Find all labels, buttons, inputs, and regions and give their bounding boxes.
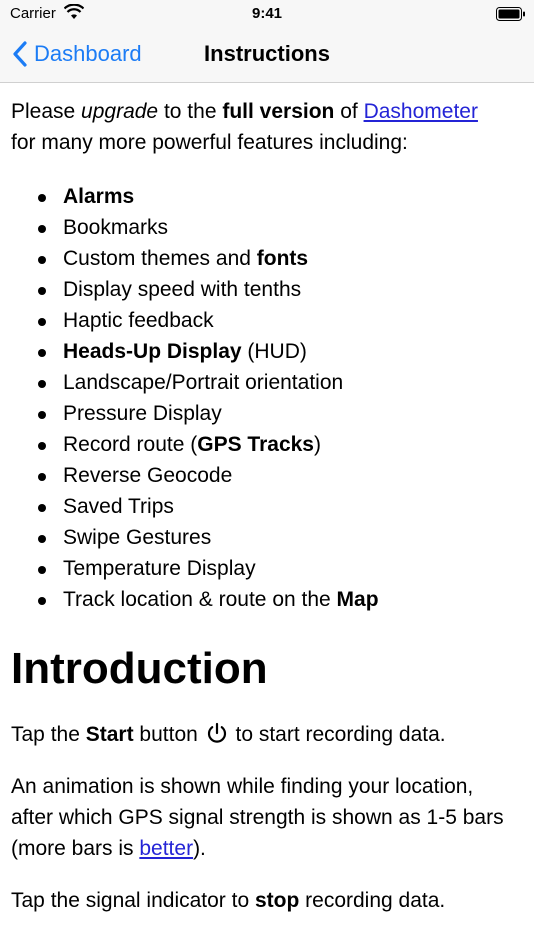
text-upgrade: upgrade — [81, 100, 159, 123]
feature-text: Temperature Display — [63, 557, 256, 580]
dashometer-link[interactable]: Dashometer — [364, 100, 478, 123]
feature-list-item: Alarms — [11, 181, 516, 212]
instructions-content: Please upgrade to the full version of Da… — [11, 96, 516, 916]
animation-paragraph: An animation is shown while finding your… — [11, 771, 516, 864]
feature-text: Map — [336, 588, 379, 611]
feature-text: Pressure Display — [63, 402, 222, 425]
feature-list-item: Custom themes and fonts — [11, 243, 516, 274]
feature-list-item: Display speed with tenths — [11, 274, 516, 305]
feature-text: Alarms — [63, 185, 135, 208]
feature-text: (HUD) — [241, 340, 307, 363]
feature-list-item: Haptic feedback — [11, 305, 516, 336]
feature-text: Track location & route on the — [63, 588, 337, 611]
text-button: button — [133, 723, 204, 746]
feature-list-item: Track location & route on the Map — [11, 584, 516, 615]
stop-paragraph: Tap the signal indicator to stop recordi… — [11, 885, 516, 916]
status-bar: Carrier 9:41 — [0, 0, 534, 28]
text-tap-the: Tap the — [11, 723, 86, 746]
feature-list-item: Heads-Up Display (HUD) — [11, 336, 516, 367]
feature-list-item: Pressure Display — [11, 398, 516, 429]
page-title: Instructions — [204, 41, 330, 66]
feature-text: Heads-Up Display — [63, 340, 242, 363]
feature-text: ) — [313, 433, 321, 456]
feature-text: Haptic feedback — [63, 309, 214, 332]
introduction-heading: Introduction — [11, 644, 268, 693]
feature-text: Record route ( — [63, 433, 198, 456]
feature-list-item: Saved Trips — [11, 491, 516, 522]
feature-text: Swipe Gestures — [63, 526, 212, 549]
status-time: 9:41 — [251, 5, 283, 22]
feature-text: Reverse Geocode — [63, 464, 233, 487]
text-stop-rest: recording data. — [299, 889, 446, 912]
feature-text: Saved Trips — [63, 495, 174, 518]
feature-list-item: Record route (GPS Tracks) — [11, 429, 516, 460]
start-paragraph: Tap the Start button to start recording … — [11, 719, 516, 750]
feature-list: Alarms Bookmarks Custom themes and fonts Di… — [11, 181, 516, 615]
feature-list-item: Reverse Geocode — [11, 460, 516, 491]
text-please: Please — [11, 100, 82, 123]
power-icon — [207, 722, 226, 743]
feature-text: Custom themes and — [63, 247, 257, 270]
feature-list-item: Swipe Gestures — [11, 522, 516, 553]
feature-text: Bookmarks — [63, 216, 169, 239]
text-animation-end: ). — [193, 837, 206, 860]
battery-icon — [496, 7, 525, 21]
feature-text: GPS Tracks — [197, 433, 314, 456]
text-stop: stop — [254, 889, 300, 912]
feature-list-item: Bookmarks — [11, 212, 516, 243]
text-start-rest: to start recording data. — [229, 723, 446, 746]
better-link[interactable]: better — [139, 837, 193, 860]
text-full-version: full version — [222, 100, 335, 123]
navigation-bar: Dashboard Instructions — [0, 28, 534, 83]
text-tap-signal: Tap the signal indicator to — [11, 889, 255, 912]
feature-text: fonts — [256, 247, 309, 270]
text-for-many: for many more powerful features includin… — [11, 131, 408, 154]
feature-list-item: Landscape/Portrait orientation — [11, 367, 516, 398]
text-to-the: to the — [158, 100, 223, 123]
upgrade-paragraph: Please upgrade to the full version of Da… — [11, 96, 516, 158]
text-of: of — [334, 100, 364, 123]
text-start: Start — [85, 723, 134, 746]
feature-text: Landscape/Portrait orientation — [63, 371, 344, 394]
feature-text: Display speed with tenths — [63, 278, 302, 301]
text-animation: An animation is shown while finding your… — [11, 775, 504, 860]
feature-list-item: Temperature Display — [11, 553, 516, 584]
